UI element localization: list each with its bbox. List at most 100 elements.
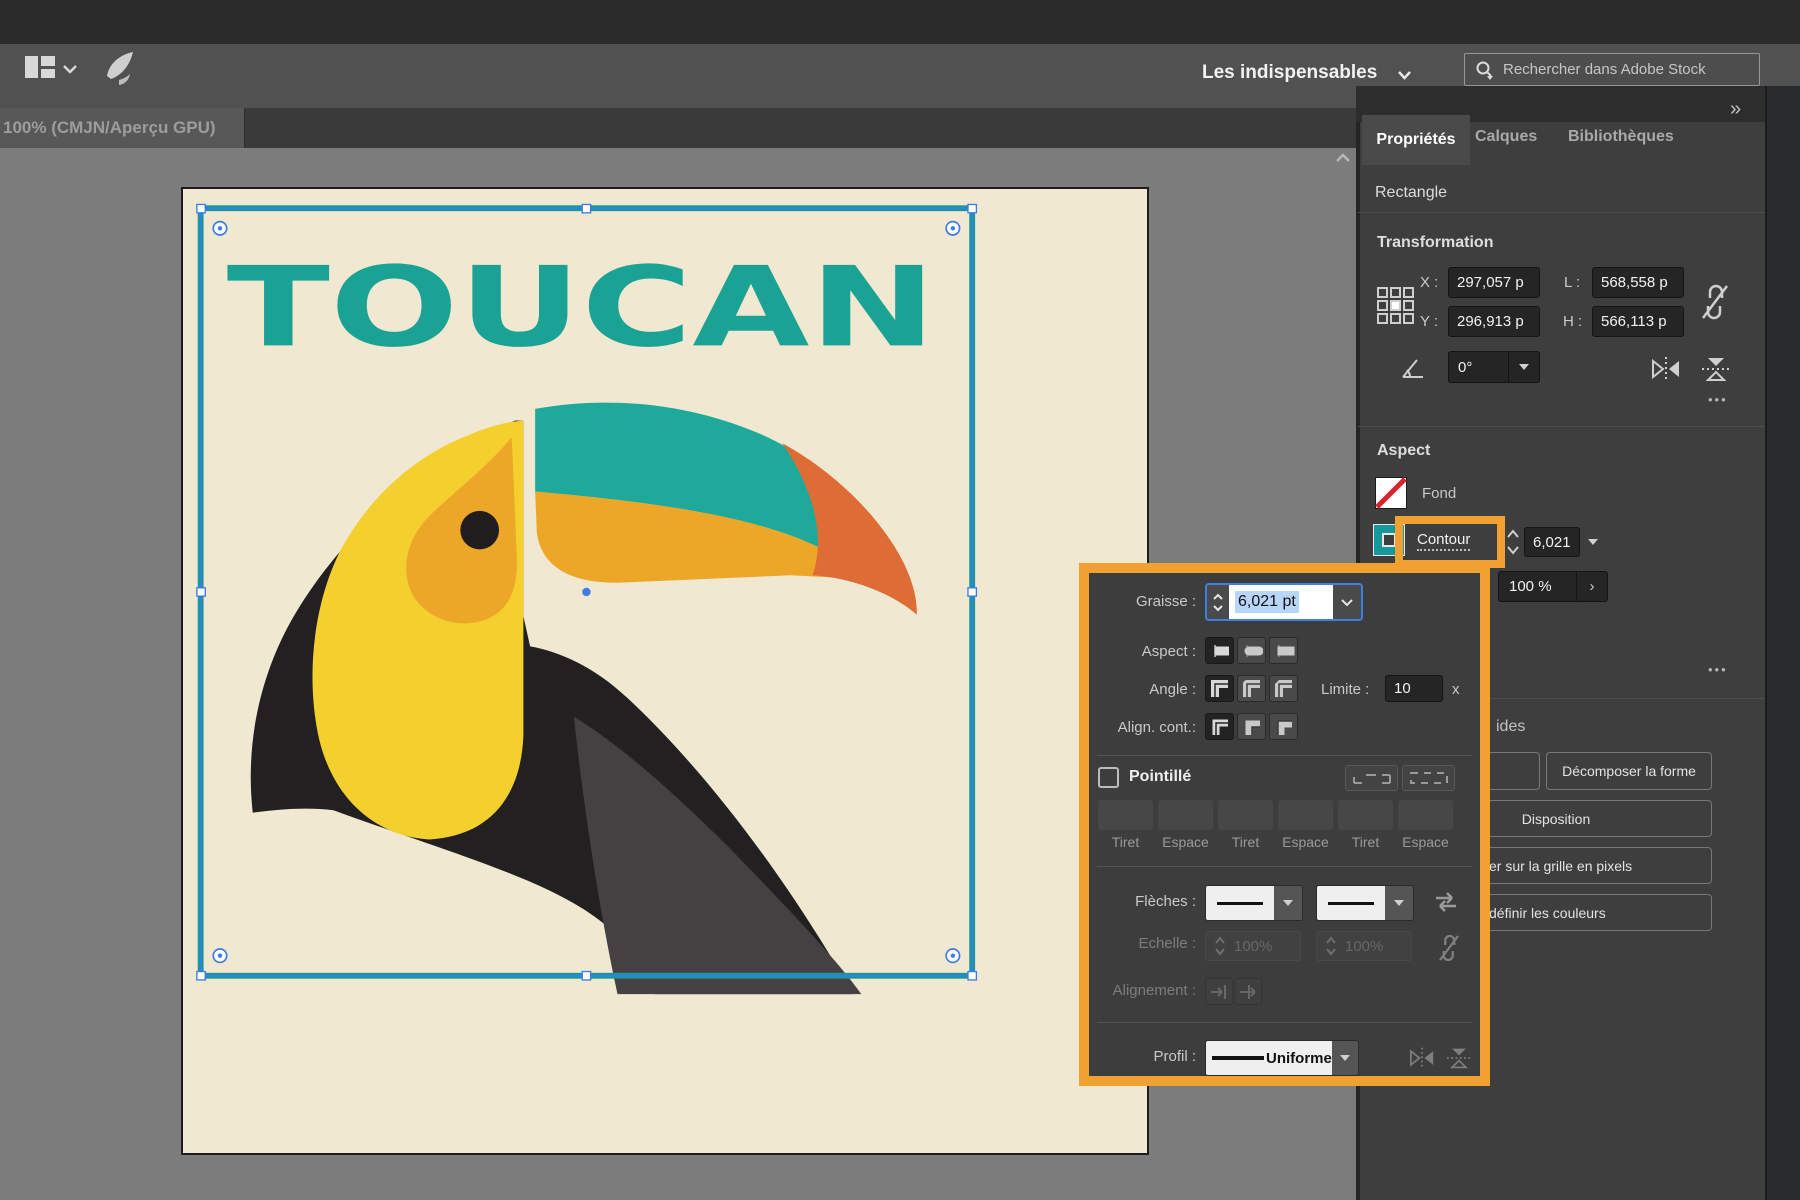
- join-round-button[interactable]: [1237, 675, 1266, 702]
- object-type-label: Rectangle: [1375, 184, 1448, 201]
- flip-vertical-icon[interactable]: [1700, 355, 1732, 383]
- x-field[interactable]: 297,057 p: [1448, 267, 1540, 298]
- swap-arrowheads-icon[interactable]: [1432, 890, 1460, 914]
- join-miter-button[interactable]: [1205, 675, 1234, 702]
- corner-label: Angle :: [1149, 681, 1196, 698]
- align-outside-button[interactable]: [1269, 713, 1298, 740]
- miter-unit: x: [1452, 681, 1460, 698]
- toucan-wing-gray: [573, 716, 862, 995]
- x-label: X :: [1420, 274, 1439, 291]
- cap-label: Aspect :: [1141, 643, 1196, 660]
- reference-point-icon[interactable]: [1377, 287, 1415, 325]
- dash-field[interactable]: [1338, 800, 1393, 830]
- cap-round-button[interactable]: [1237, 637, 1266, 664]
- document-tab-title: 100% (CMJN/Aperçu GPU): [3, 118, 216, 137]
- artboard[interactable]: TOUCAN: [181, 187, 1149, 1155]
- gap-field[interactable]: [1278, 800, 1333, 830]
- poster-title: TOUCAN: [227, 244, 936, 373]
- gap-field[interactable]: [1398, 800, 1453, 830]
- toucan-eye: [460, 510, 500, 550]
- flip-horizontal-icon[interactable]: [1650, 355, 1682, 383]
- collapse-panels-icon[interactable]: »: [1730, 98, 1741, 121]
- dash-field[interactable]: [1218, 800, 1273, 830]
- profile-label: Profil :: [1153, 1048, 1196, 1065]
- h-field[interactable]: 566,113 p: [1592, 306, 1684, 337]
- rocket-icon[interactable]: [103, 52, 135, 86]
- align-center-button[interactable]: [1205, 713, 1234, 740]
- angle-select[interactable]: 0°: [1448, 351, 1540, 383]
- tab-bibliotheques-label: Bibliothèques: [1568, 128, 1674, 145]
- aspect-header: Aspect: [1377, 442, 1431, 459]
- scale-start-field[interactable]: 100%: [1205, 931, 1301, 961]
- miter-field[interactable]: 10: [1385, 675, 1443, 702]
- arrow-align-extend-button[interactable]: [1234, 978, 1262, 1005]
- dash-gap-fields: Tiret Espace Tiret Espace Tiret Espace: [1098, 800, 1473, 852]
- scroll-up-icon[interactable]: [1334, 152, 1352, 164]
- y-label: Y :: [1420, 313, 1439, 330]
- arrows-label: Flèches :: [1135, 893, 1196, 910]
- transform-more-options[interactable]: •••: [1708, 392, 1728, 407]
- fill-label[interactable]: Fond: [1422, 485, 1456, 502]
- chevron-down-icon: [1274, 886, 1302, 920]
- chevron-down-icon: [1509, 364, 1539, 370]
- dash-preserve-button[interactable]: [1345, 765, 1398, 791]
- arrow-align-label: Alignement :: [1112, 982, 1196, 999]
- weight-dropdown[interactable]: [1333, 585, 1361, 619]
- chevron-down-icon[interactable]: [1397, 70, 1412, 80]
- document-tab[interactable]: 100% (CMJN/Aperçu GPU): [0, 108, 245, 148]
- arrow-align-tip-button[interactable]: [1205, 978, 1233, 1005]
- tab-calques[interactable]: Calques: [1475, 128, 1537, 146]
- chevron-down-icon: [1331, 1041, 1358, 1075]
- quick-actions-header-fragment: ides: [1496, 718, 1526, 735]
- chevron-down-icon: [1385, 886, 1413, 920]
- section-divider: [1358, 426, 1765, 427]
- workspace-label[interactable]: Les indispensables: [1202, 62, 1392, 84]
- dash-align-button[interactable]: [1402, 765, 1455, 791]
- arrowhead-start-select[interactable]: [1205, 885, 1303, 921]
- weight-value[interactable]: 6,021 pt: [1235, 591, 1299, 613]
- toucan-poster: TOUCAN: [227, 244, 936, 995]
- cap-butt-button[interactable]: [1205, 637, 1234, 664]
- opacity-expand-icon: ›: [1589, 578, 1595, 595]
- os-top-strip: [0, 0, 1800, 44]
- stock-search-box[interactable]: Rechercher dans Adobe Stock: [1464, 53, 1760, 86]
- y-field[interactable]: 296,913 p: [1448, 306, 1540, 337]
- width-profile-select[interactable]: Uniforme: [1205, 1040, 1359, 1076]
- stroke-weight-stepper[interactable]: [1505, 527, 1521, 557]
- fill-none-swatch[interactable]: [1375, 477, 1407, 509]
- dashed-label[interactable]: Pointillé: [1129, 768, 1191, 786]
- search-icon: [1475, 60, 1495, 80]
- stroke-weight-dropdown[interactable]: [1581, 527, 1605, 557]
- scale-row: Echelle : 100% 100%: [1089, 931, 1480, 965]
- dash-field-label: Tiret: [1111, 834, 1140, 850]
- miter-label: Limite :: [1321, 681, 1370, 698]
- h-label: H :: [1563, 313, 1583, 330]
- arrowhead-end-select[interactable]: [1316, 885, 1414, 921]
- search-placeholder: Rechercher dans Adobe Stock: [1503, 61, 1706, 78]
- workspace-switcher-icon[interactable]: [25, 56, 55, 78]
- tab-bibliotheques[interactable]: Bibliothèques: [1568, 128, 1674, 146]
- section-divider: [1358, 212, 1765, 213]
- link-scale-icon[interactable]: [1437, 933, 1461, 963]
- join-bevel-button[interactable]: [1269, 675, 1298, 702]
- weight-input[interactable]: 6,021 pt: [1205, 583, 1363, 621]
- w-field[interactable]: 568,558 p: [1592, 267, 1684, 298]
- align-inside-button[interactable]: [1237, 713, 1266, 740]
- opacity-field[interactable]: 100 % ›: [1498, 571, 1608, 602]
- cap-projecting-button[interactable]: [1269, 637, 1298, 664]
- link-dimensions-icon[interactable]: [1700, 282, 1730, 322]
- chevron-down-icon[interactable]: [62, 64, 78, 74]
- gap-field[interactable]: [1158, 800, 1213, 830]
- dash-field[interactable]: [1098, 800, 1153, 830]
- contour-highlight-callout: [1395, 516, 1505, 568]
- aspect-more-options[interactable]: •••: [1708, 662, 1728, 677]
- selection-center-point: [582, 587, 591, 597]
- expand-shape-button[interactable]: Décomposer la forme: [1546, 752, 1712, 790]
- weight-stepper[interactable]: [1207, 585, 1229, 619]
- scale-label: Echelle :: [1138, 935, 1196, 952]
- stroke-weight-field[interactable]: 6,021: [1524, 527, 1580, 557]
- scale-end-field[interactable]: 100%: [1316, 931, 1412, 961]
- profile-flip-across-icon: [1407, 1046, 1437, 1070]
- tab-proprietes[interactable]: Propriétés: [1362, 115, 1470, 165]
- dashed-checkbox[interactable]: [1098, 767, 1119, 788]
